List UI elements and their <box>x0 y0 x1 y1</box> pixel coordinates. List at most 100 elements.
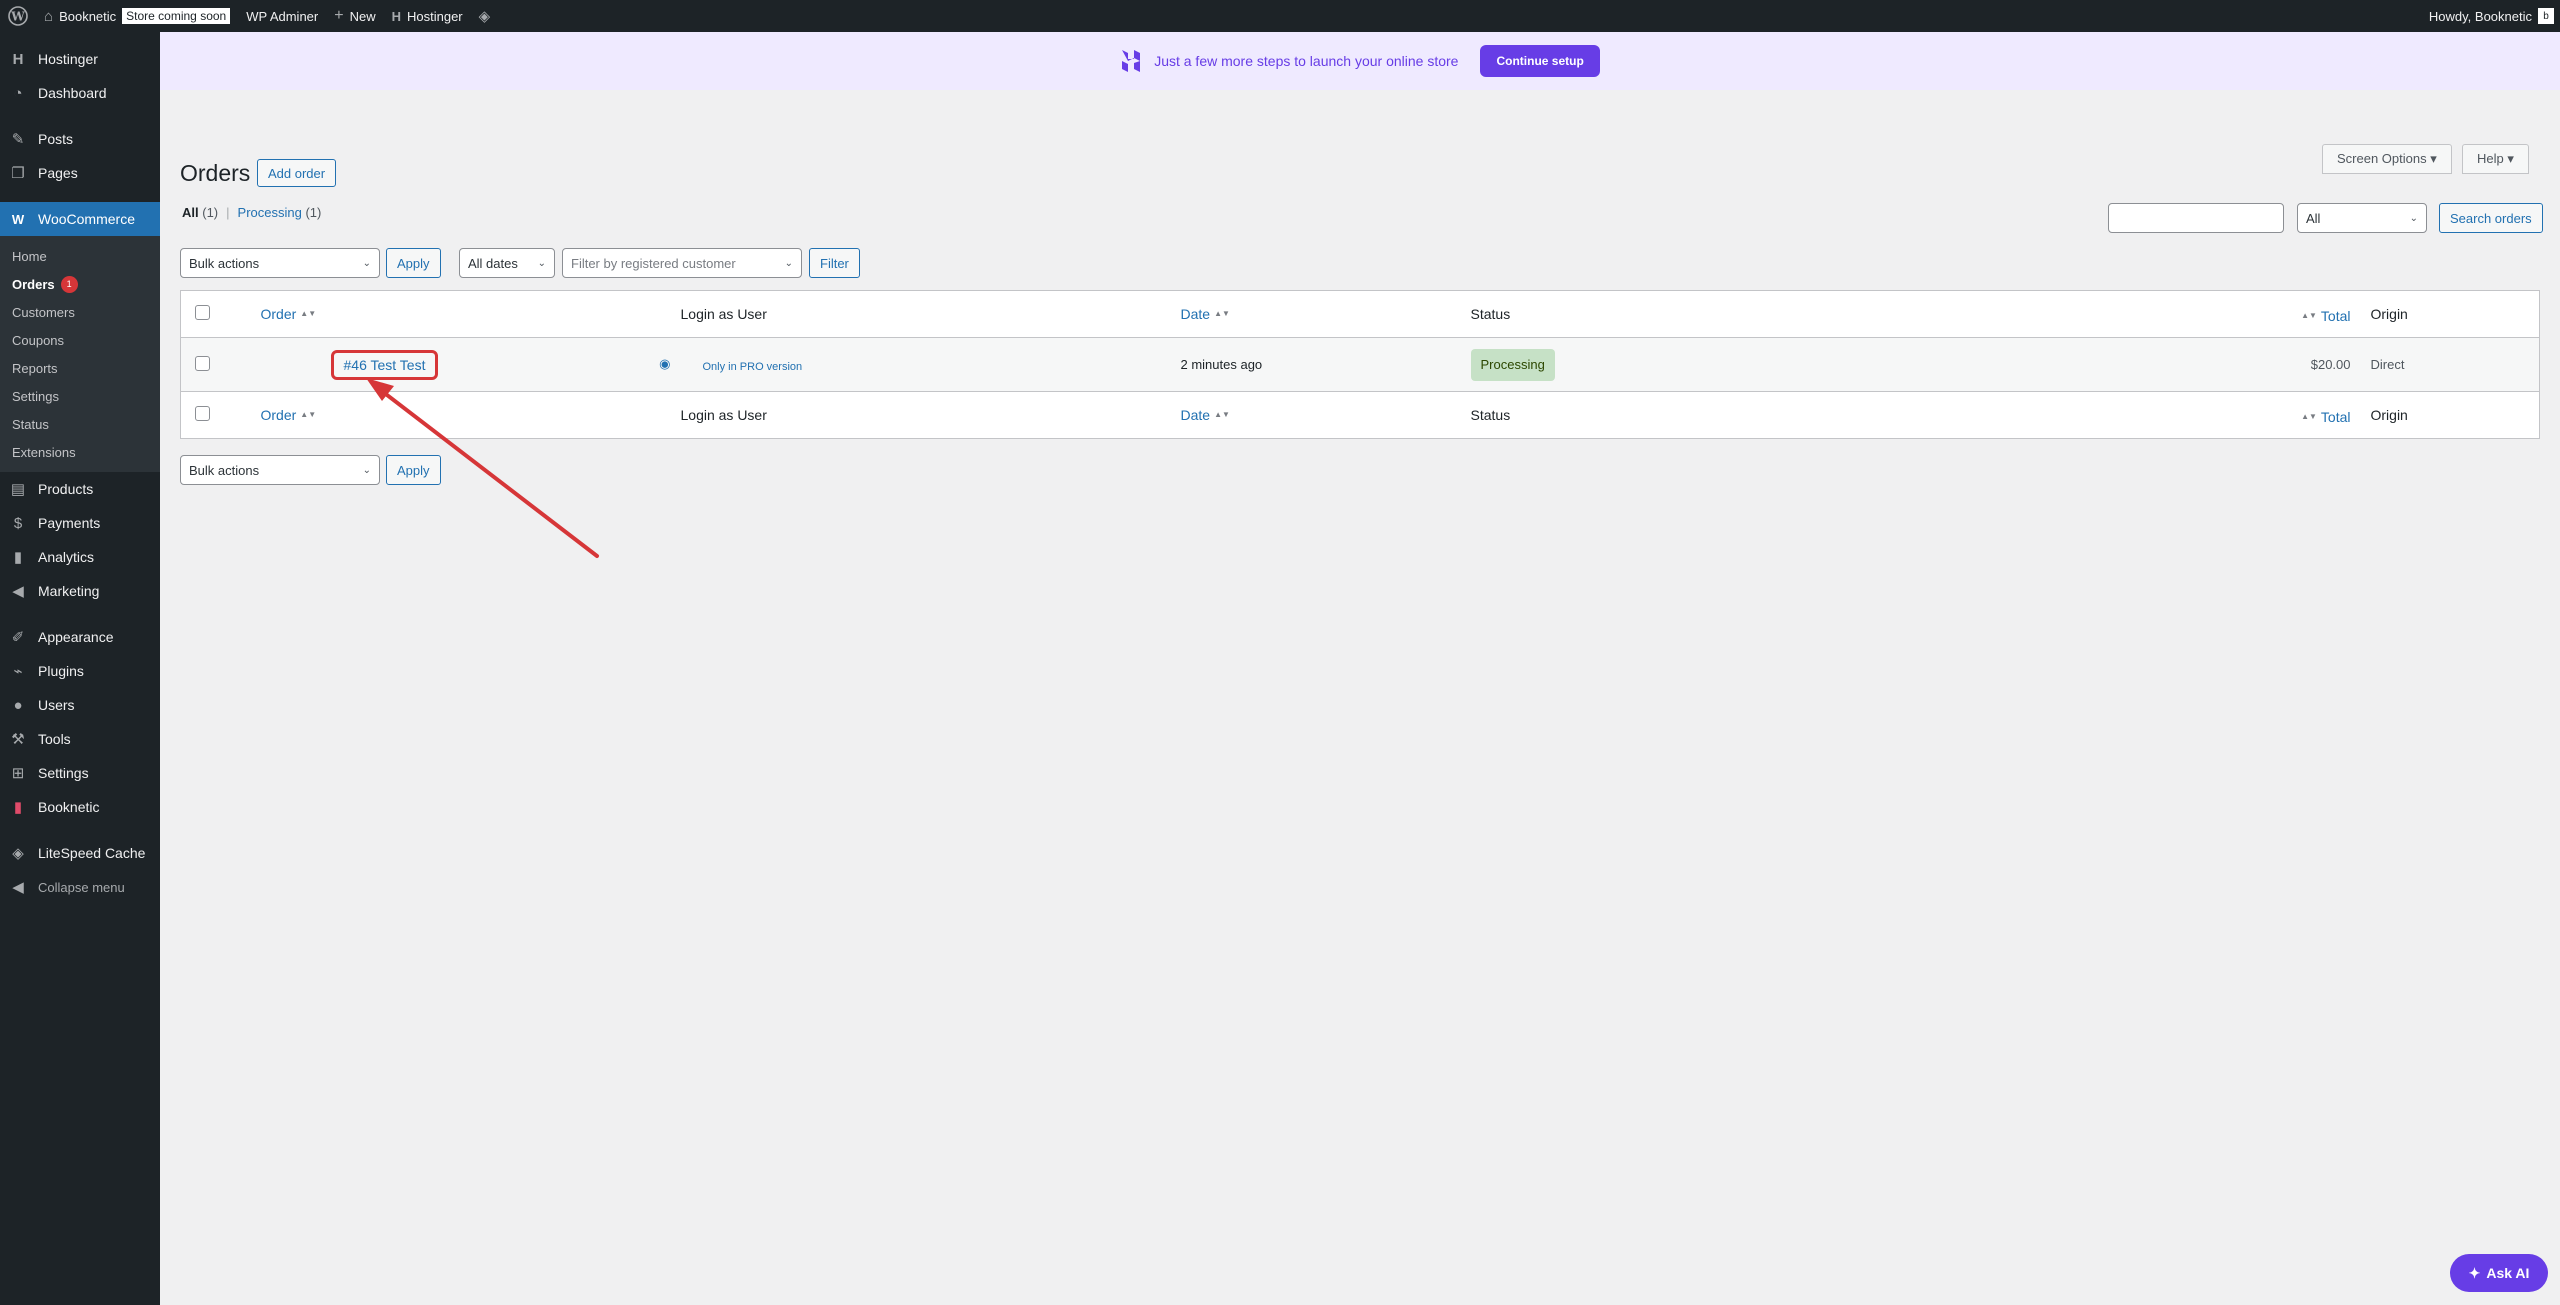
sidebar-item-litespeed-cache[interactable]: ◈ LiteSpeed Cache <box>0 836 160 870</box>
sidebar-item-products[interactable]: ▤ Products <box>0 472 160 506</box>
date-filter-select[interactable]: All dates ⌄ <box>459 248 555 278</box>
store-coming-soon-badge[interactable]: Store coming soon <box>122 8 231 24</box>
total-column-footer[interactable]: ▲▼ Total <box>2301 409 2350 425</box>
sidebar-item-woocommerce[interactable]: W WooCommerce <box>0 202 160 236</box>
search-orders-input[interactable] <box>2108 203 2284 233</box>
payments-icon: $ <box>13 514 23 532</box>
sparkle-icon: ✦ <box>2468 1264 2481 1281</box>
setup-banner: Just a few more steps to launch your onl… <box>160 32 2560 90</box>
filter-all-count: (1) <box>202 205 219 220</box>
submenu-item-status[interactable]: Status <box>0 410 160 438</box>
screen-options-button[interactable]: Screen Options ▾ <box>2322 144 2452 174</box>
login-as-user-link[interactable]: Only in PRO version <box>703 361 803 373</box>
wrench-icon: ⚒ <box>11 731 25 748</box>
date-filter-value: All dates <box>468 255 518 271</box>
customer-filter-select[interactable]: Filter by registered customer ⌄ <box>562 248 802 278</box>
chevron-down-icon: ⌄ <box>362 257 371 269</box>
hostinger-menu[interactable]: H Hostinger <box>384 0 471 32</box>
litespeed-diamond-icon[interactable]: ◈ <box>471 0 499 32</box>
orders-table: Order ▲▼ Login as User Date ▲▼ Status ▲▼ To… <box>180 290 2540 439</box>
filter-separator: | <box>226 205 230 220</box>
continue-setup-button[interactable]: Continue setup <box>1480 45 1600 77</box>
sidebar-item-dashboard[interactable]: ◔ Dashboard <box>0 76 160 110</box>
products-icon: ▤ <box>10 481 26 498</box>
ask-ai-button[interactable]: ✦ Ask AI <box>2450 1254 2548 1292</box>
submenu-item-coupons[interactable]: Coupons <box>0 326 160 354</box>
sort-icon: ▲▼ <box>1214 309 1230 318</box>
dashboard-icon: ◔ <box>13 84 23 102</box>
submenu-item-settings[interactable]: Settings <box>0 382 160 410</box>
wp-adminer-link[interactable]: WP Adminer <box>238 0 326 32</box>
banner-message: Just a few more steps to launch your onl… <box>1154 53 1459 69</box>
admin-bar: W ⌂ Booknetic Store coming soon WP Admin… <box>0 0 2560 32</box>
sidebar-item-label: Settings <box>38 765 89 781</box>
order-column-header[interactable]: Order ▲▼ <box>261 306 317 322</box>
row-checkbox[interactable] <box>195 355 210 371</box>
sidebar-item-users[interactable]: ● Users <box>0 688 160 722</box>
eye-icon[interactable]: ◉ <box>659 356 670 372</box>
help-button[interactable]: Help ▾ <box>2462 144 2529 174</box>
sidebar-item-marketing[interactable]: ◀ Marketing <box>0 574 160 608</box>
sidebar-item-pages[interactable]: ❐ Pages <box>0 156 160 190</box>
hostinger-logo-icon <box>1122 50 1141 72</box>
submenu-item-extensions[interactable]: Extensions <box>0 438 160 466</box>
login-column-footer: Login as User <box>680 407 767 423</box>
chevron-down-icon: ⌄ <box>362 464 371 476</box>
date-column-footer[interactable]: Date ▲▼ <box>1181 407 1230 423</box>
search-orders-button[interactable]: Search orders <box>2439 203 2543 233</box>
status-column-header: Status <box>1470 306 1511 322</box>
collapse-icon: ◀ <box>12 879 24 896</box>
total-column-header[interactable]: ▲▼ Total <box>2301 308 2350 324</box>
collapse-menu-button[interactable]: ◀ Collapse menu <box>0 870 160 904</box>
submenu-item-home[interactable]: Home <box>0 242 160 270</box>
submenu-item-reports[interactable]: Reports <box>0 354 160 382</box>
bulk-actions-select-bottom[interactable]: Bulk actions ⌄ <box>180 455 380 485</box>
sidebar-item-appearance[interactable]: ✐ Appearance <box>0 620 160 654</box>
table-row[interactable]: #46 Test Test ◉ Only in PRO version 2 mi… <box>180 337 2540 392</box>
sidebar-item-booknetic[interactable]: ▮ Booknetic <box>0 790 160 824</box>
search-scope-select[interactable]: All ⌄ <box>2297 203 2427 233</box>
filter-processing[interactable]: Processing (1) <box>238 205 322 220</box>
sidebar-item-label: Pages <box>38 165 78 181</box>
login-column-header: Login as User <box>680 306 767 322</box>
select-all-checkbox-footer[interactable] <box>195 406 210 421</box>
order-column-footer[interactable]: Order ▲▼ <box>261 407 317 423</box>
order-link[interactable]: #46 Test Test <box>330 349 439 380</box>
sidebar-item-hostinger[interactable]: H Hostinger <box>0 42 160 76</box>
apply-button-top[interactable]: Apply <box>386 248 441 278</box>
ask-ai-label: Ask AI <box>2486 1265 2530 1281</box>
sidebar-item-label: Products <box>38 481 94 497</box>
admin-sidebar: H Hostinger ◔ Dashboard ✎ Posts ❐ Pages … <box>0 32 160 1305</box>
apply-button-bottom[interactable]: Apply <box>386 455 441 485</box>
column-label: Total <box>2320 307 2351 324</box>
submenu-item-orders[interactable]: Orders 1 <box>0 270 160 298</box>
sidebar-item-plugins[interactable]: ⌁ Plugins <box>0 654 160 688</box>
filter-button[interactable]: Filter <box>809 248 860 278</box>
date-column-header[interactable]: Date ▲▼ <box>1181 306 1230 322</box>
sidebar-item-posts[interactable]: ✎ Posts <box>0 122 160 156</box>
status-filters: All (1) | Processing (1) <box>182 205 321 220</box>
filter-all[interactable]: All (1) <box>182 205 218 220</box>
hostinger-icon: H <box>12 50 24 68</box>
sort-icon: ▲▼ <box>300 410 317 419</box>
site-name-menu[interactable]: ⌂ Booknetic Store coming soon <box>36 0 238 32</box>
avatar: b <box>2538 8 2554 24</box>
wordpress-logo-icon[interactable]: W <box>0 0 36 32</box>
add-order-button[interactable]: Add order <box>257 159 337 187</box>
status-column-footer: Status <box>1470 407 1511 423</box>
sidebar-item-label: Plugins <box>38 663 84 679</box>
select-all-checkbox[interactable] <box>195 305 210 320</box>
brush-icon: ✐ <box>11 629 25 646</box>
column-label: Order <box>260 407 297 423</box>
sidebar-item-analytics[interactable]: ▮ Analytics <box>0 540 160 574</box>
order-origin: Direct <box>2370 357 2405 372</box>
main-content: Orders Add order Screen Options ▾ Help ▾… <box>160 90 2560 1305</box>
sidebar-item-tools[interactable]: ⚒ Tools <box>0 722 160 756</box>
sidebar-item-payments[interactable]: $ Payments <box>0 506 160 540</box>
account-menu[interactable]: Howdy, Booknetic b <box>2421 0 2560 32</box>
bulk-actions-select-top[interactable]: Bulk actions ⌄ <box>180 248 380 278</box>
table-footer-row: Order ▲▼ Login as User Date ▲▼ Status ▲▼ To… <box>181 392 2540 439</box>
submenu-item-customers[interactable]: Customers <box>0 298 160 326</box>
sidebar-item-settings[interactable]: ⊞ Settings <box>0 756 160 790</box>
new-content-menu[interactable]: + New <box>326 0 383 32</box>
